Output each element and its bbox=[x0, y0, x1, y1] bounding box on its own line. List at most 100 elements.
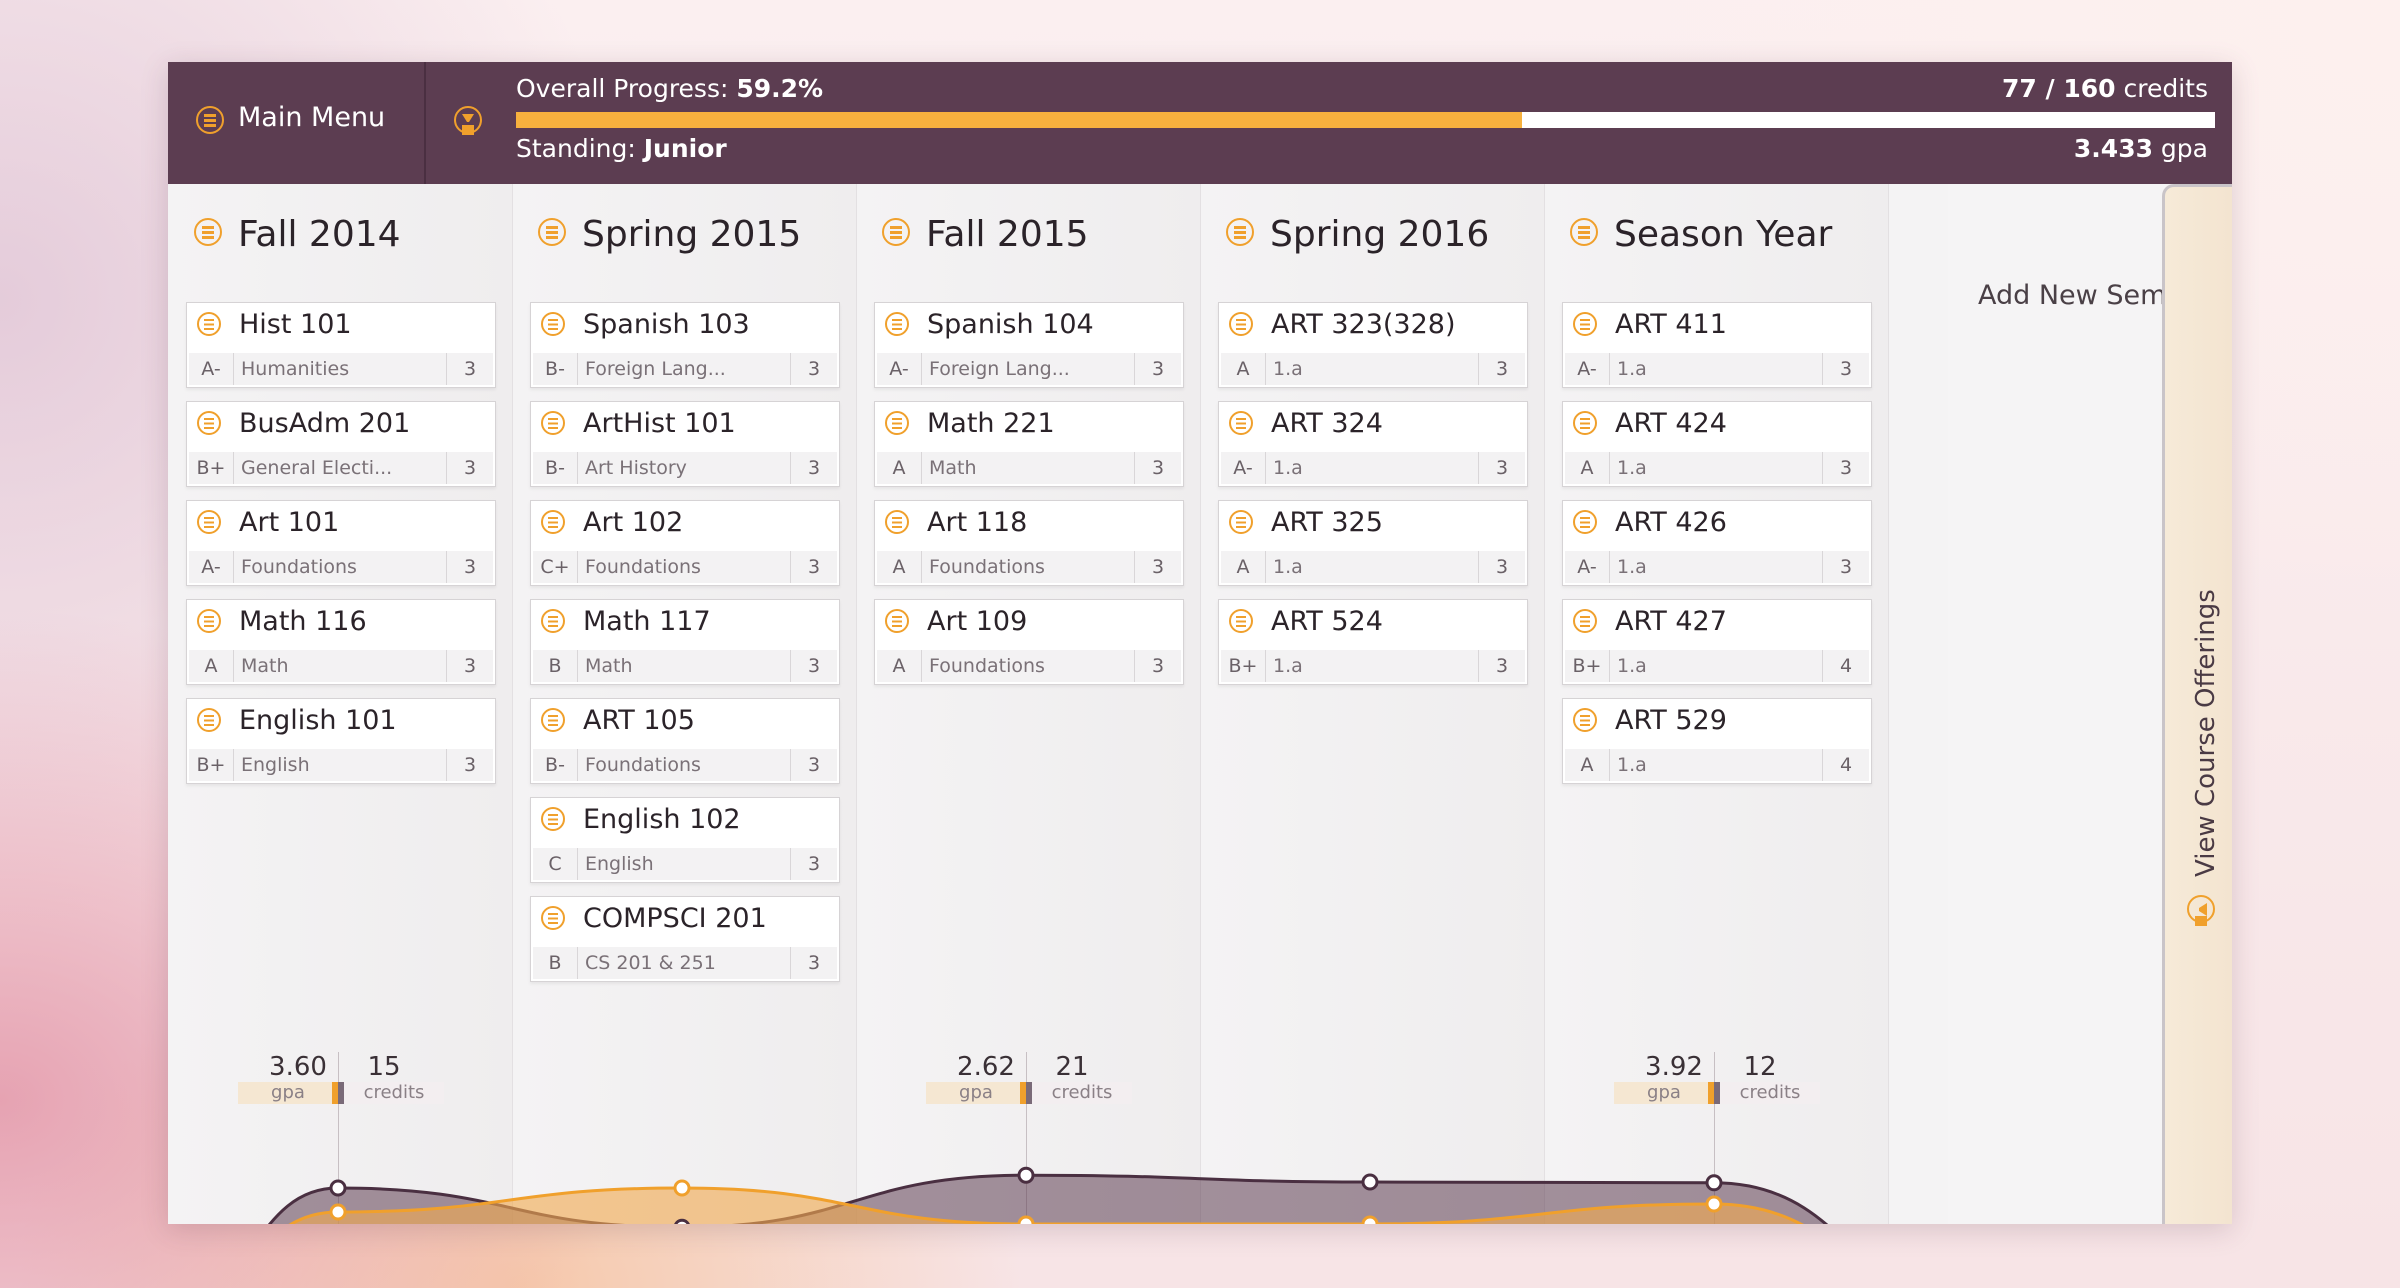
course-menu-icon[interactable] bbox=[1229, 312, 1253, 336]
course-grade[interactable]: A- bbox=[1565, 353, 1610, 385]
semester-menu-icon[interactable] bbox=[538, 218, 566, 246]
course-grade[interactable]: B bbox=[533, 650, 578, 682]
gpa-point[interactable] bbox=[674, 1218, 690, 1224]
course-credits[interactable]: 3 bbox=[446, 749, 493, 781]
course-menu-icon[interactable] bbox=[885, 312, 909, 336]
course-credits[interactable]: 3 bbox=[446, 551, 493, 583]
main-menu-button[interactable]: Main Menu bbox=[168, 62, 426, 184]
course-card[interactable]: Art 109 A Foundations 3 bbox=[874, 599, 1184, 685]
course-card[interactable]: ART 529 A 1.a 4 bbox=[1562, 698, 1872, 784]
course-menu-icon[interactable] bbox=[197, 708, 221, 732]
course-grade[interactable]: A bbox=[1221, 551, 1266, 583]
course-grade[interactable]: A- bbox=[877, 353, 922, 385]
course-credits[interactable]: 3 bbox=[1134, 551, 1181, 583]
course-grade[interactable]: B- bbox=[533, 452, 578, 484]
course-menu-icon[interactable] bbox=[197, 609, 221, 633]
course-grade[interactable]: B- bbox=[533, 749, 578, 781]
course-card[interactable]: ART 411 A- 1.a 3 bbox=[1562, 302, 1872, 388]
course-credits[interactable]: 3 bbox=[790, 650, 837, 682]
course-menu-icon[interactable] bbox=[1229, 411, 1253, 435]
course-menu-icon[interactable] bbox=[197, 510, 221, 534]
course-menu-icon[interactable] bbox=[197, 312, 221, 336]
course-credits[interactable]: 3 bbox=[446, 353, 493, 385]
course-credits[interactable]: 3 bbox=[1478, 551, 1525, 583]
course-credits[interactable]: 3 bbox=[1134, 353, 1181, 385]
course-card[interactable]: COMPSCI 201 B CS 201 & 251 3 bbox=[530, 896, 840, 982]
view-course-offerings-label[interactable]: View Course Offerings bbox=[2191, 589, 2221, 877]
course-menu-icon[interactable] bbox=[1573, 609, 1597, 633]
course-card[interactable]: ART 424 A 1.a 3 bbox=[1562, 401, 1872, 487]
course-credits[interactable]: 3 bbox=[790, 353, 837, 385]
course-card[interactable]: English 101 B+ English 3 bbox=[186, 698, 496, 784]
course-menu-icon[interactable] bbox=[541, 807, 565, 831]
course-menu-icon[interactable] bbox=[541, 510, 565, 534]
credits-point[interactable] bbox=[673, 1179, 691, 1197]
course-credits[interactable]: 3 bbox=[1478, 650, 1525, 682]
course-grade[interactable]: A bbox=[1221, 353, 1266, 385]
chevron-down-icon[interactable] bbox=[454, 106, 482, 134]
semester-menu-icon[interactable] bbox=[882, 218, 910, 246]
course-card[interactable]: ART 325 A 1.a 3 bbox=[1218, 500, 1528, 586]
course-card[interactable]: Math 116 A Math 3 bbox=[186, 599, 496, 685]
course-menu-icon[interactable] bbox=[541, 312, 565, 336]
course-grade[interactable]: A- bbox=[189, 353, 234, 385]
course-grade[interactable]: B bbox=[533, 947, 578, 979]
course-card[interactable]: Spanish 103 B- Foreign Lang... 3 bbox=[530, 302, 840, 388]
course-grade[interactable]: A- bbox=[1221, 452, 1266, 484]
credits-point[interactable] bbox=[1705, 1195, 1723, 1213]
credits-point[interactable] bbox=[329, 1203, 347, 1221]
course-grade[interactable]: A bbox=[877, 452, 922, 484]
course-grade[interactable]: B- bbox=[533, 353, 578, 385]
course-grade[interactable]: B+ bbox=[189, 452, 234, 484]
course-menu-icon[interactable] bbox=[541, 708, 565, 732]
course-card[interactable]: ART 524 B+ 1.a 3 bbox=[1218, 599, 1528, 685]
course-card[interactable]: Art 118 A Foundations 3 bbox=[874, 500, 1184, 586]
credits-point[interactable] bbox=[1361, 1215, 1379, 1224]
course-grade[interactable]: A bbox=[877, 650, 922, 682]
course-card[interactable]: English 102 C English 3 bbox=[530, 797, 840, 883]
chevron-left-icon[interactable] bbox=[2187, 895, 2215, 923]
course-menu-icon[interactable] bbox=[885, 411, 909, 435]
course-card[interactable]: ART 323(328) A 1.a 3 bbox=[1218, 302, 1528, 388]
course-card[interactable]: Art 102 C+ Foundations 3 bbox=[530, 500, 840, 586]
course-grade[interactable]: A bbox=[877, 551, 922, 583]
course-credits[interactable]: 4 bbox=[1822, 650, 1869, 682]
course-grade[interactable]: A bbox=[1565, 452, 1610, 484]
course-credits[interactable]: 3 bbox=[1134, 452, 1181, 484]
course-grade[interactable]: B+ bbox=[1221, 650, 1266, 682]
course-card[interactable]: Art 101 A- Foundations 3 bbox=[186, 500, 496, 586]
course-credits[interactable]: 3 bbox=[1822, 551, 1869, 583]
semester-menu-icon[interactable] bbox=[1570, 218, 1598, 246]
course-grade[interactable]: B+ bbox=[1565, 650, 1610, 682]
course-menu-icon[interactable] bbox=[1229, 609, 1253, 633]
course-menu-icon[interactable] bbox=[1573, 411, 1597, 435]
course-credits[interactable]: 3 bbox=[790, 947, 837, 979]
course-card[interactable]: Math 117 B Math 3 bbox=[530, 599, 840, 685]
course-grade[interactable]: B+ bbox=[189, 749, 234, 781]
course-card[interactable]: ART 426 A- 1.a 3 bbox=[1562, 500, 1872, 586]
course-menu-icon[interactable] bbox=[1573, 312, 1597, 336]
course-credits[interactable]: 3 bbox=[790, 452, 837, 484]
course-grade[interactable]: A bbox=[1565, 749, 1610, 781]
course-grade[interactable]: C bbox=[533, 848, 578, 880]
course-menu-icon[interactable] bbox=[541, 411, 565, 435]
course-offerings-drawer[interactable]: View Course Offerings bbox=[2162, 184, 2232, 1224]
gpa-point[interactable] bbox=[1361, 1173, 1379, 1191]
course-card[interactable]: Spanish 104 A- Foreign Lang... 3 bbox=[874, 302, 1184, 388]
course-card[interactable]: BusAdm 201 B+ General Electi... 3 bbox=[186, 401, 496, 487]
course-menu-icon[interactable] bbox=[1573, 510, 1597, 534]
course-card[interactable]: Math 221 A Math 3 bbox=[874, 401, 1184, 487]
semester-menu-icon[interactable] bbox=[194, 218, 222, 246]
course-menu-icon[interactable] bbox=[885, 510, 909, 534]
gpa-point[interactable] bbox=[1705, 1174, 1723, 1192]
course-credits[interactable]: 3 bbox=[1478, 353, 1525, 385]
gpa-point[interactable] bbox=[1017, 1166, 1035, 1184]
course-grade[interactable]: A- bbox=[189, 551, 234, 583]
course-credits[interactable]: 3 bbox=[1822, 452, 1869, 484]
course-credits[interactable]: 3 bbox=[790, 551, 837, 583]
course-card[interactable]: Hist 101 A- Humanities 3 bbox=[186, 302, 496, 388]
course-card[interactable]: ART 427 B+ 1.a 4 bbox=[1562, 599, 1872, 685]
course-menu-icon[interactable] bbox=[541, 609, 565, 633]
course-grade[interactable]: A- bbox=[1565, 551, 1610, 583]
gpa-point[interactable] bbox=[329, 1179, 347, 1197]
